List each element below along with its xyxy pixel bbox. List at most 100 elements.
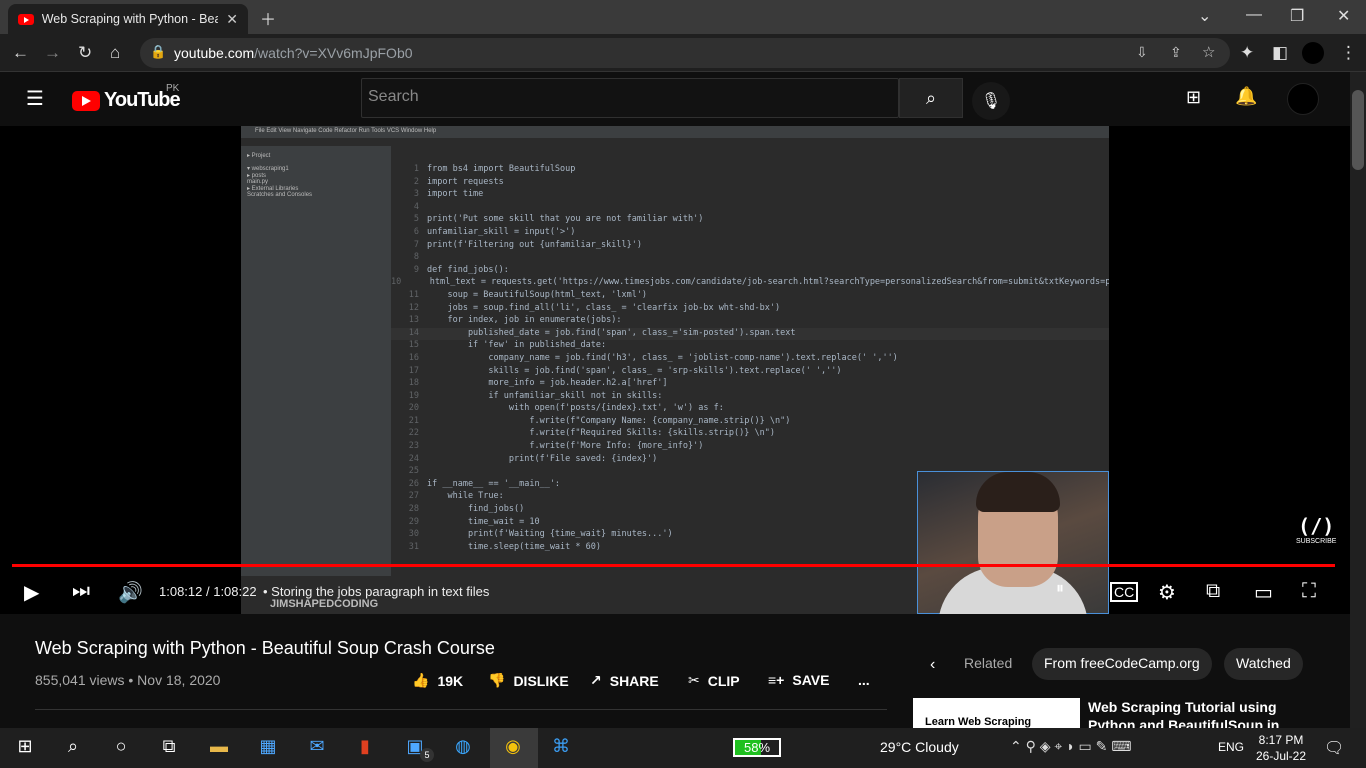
like-button[interactable]: 👍 19K (412, 672, 463, 689)
forward-icon[interactable]: → (44, 43, 61, 63)
system-tray-icons[interactable]: ⌃ ⚲ ◈ ⌖ ◗ ▭ ✎ ⌨ (1010, 738, 1131, 755)
subscribe-watermark[interactable]: (/) SUBSCRIBE (1296, 514, 1336, 545)
mail-icon[interactable]: ✉ (304, 736, 330, 760)
line-text: print(f'File saved: {index}') (427, 453, 658, 464)
dislike-button[interactable]: 👎 DISLIKE (488, 672, 569, 689)
app-badge: 5 (420, 748, 434, 762)
store-icon[interactable]: ▦ (255, 736, 281, 760)
line-number: 2 (413, 176, 419, 187)
vscode-icon[interactable]: ⌘ (548, 736, 574, 760)
clock-date: 26-Jul-22 (1256, 749, 1307, 763)
chip-related[interactable]: Related (952, 648, 1024, 680)
chrome-icon[interactable]: ◉ (500, 736, 526, 760)
volume-icon[interactable]: 🔊 (118, 580, 143, 605)
dislike-label: DISLIKE (513, 672, 569, 689)
hamburger-menu-icon[interactable]: ☰ (26, 86, 44, 111)
scrollbar-thumb[interactable] (1352, 90, 1364, 170)
language-indicator[interactable]: ENG (1218, 740, 1244, 754)
youtube-logo[interactable]: YouTube PK (72, 83, 181, 112)
menu-dots-icon[interactable]: ⋮ (1340, 43, 1357, 63)
chapter-title[interactable]: • Storing the jobs paragraph in text fil… (263, 584, 489, 599)
line-text: time_wait = 10 (427, 516, 540, 527)
code-line: 17 skills = job.find('span', class_ = 's… (391, 366, 1109, 379)
chip-watched[interactable]: Watched (1224, 648, 1303, 680)
file-explorer-icon[interactable]: ▬ (206, 736, 232, 760)
ide-project-panel: ▸ Project ▾ webscraping1 ▸ posts main.py ▸… (241, 146, 391, 576)
home-icon[interactable]: ⌂ (110, 43, 120, 63)
share-button[interactable]: ↗ SHARE (590, 672, 659, 689)
chip-from-freecodecamp[interactable]: From freeCodeCamp.org (1032, 648, 1212, 680)
minimize-icon[interactable]: — (1246, 6, 1262, 24)
browser-tab[interactable]: Web Scraping with Python - Beau ✕ (8, 4, 248, 34)
notifications-bell-icon[interactable]: 🔔 (1235, 86, 1257, 107)
office-icon[interactable]: ▮ (352, 736, 378, 760)
theater-mode-icon[interactable]: ▭ (1254, 580, 1273, 605)
fullscreen-icon[interactable]: ⛶ (1302, 580, 1316, 603)
line-number: 24 (408, 453, 419, 464)
profile-avatar[interactable] (1302, 42, 1324, 64)
edge-icon[interactable]: ◍ (450, 736, 476, 760)
line-number: 7 (413, 239, 419, 250)
account-avatar[interactable] (1287, 83, 1319, 115)
reload-icon[interactable]: ↻ (78, 43, 92, 63)
chevron-left-icon[interactable]: ‹ (930, 656, 935, 674)
line-text: print(f'Filtering out {unfamiliar_skill}… (427, 239, 642, 250)
code-line: 16 company_name = job.find('h3', class_ … (391, 353, 1109, 366)
bookmark-star-icon[interactable]: ☆ (1202, 43, 1215, 61)
extensions-icon[interactable]: ✦ (1240, 43, 1254, 63)
code-line: 23 f.write(f'More Info: {more_info}') (391, 441, 1109, 454)
cortana-icon[interactable]: ○ (108, 736, 134, 760)
line-number: 14 (408, 327, 419, 338)
youtube-play-icon (72, 90, 100, 111)
line-number: 26 (408, 478, 419, 489)
create-video-icon[interactable]: ⊞ (1186, 87, 1201, 108)
line-text: f.write(f'More Info: {more_info}') (427, 441, 704, 452)
notifications-icon[interactable]: 🗨 (1324, 738, 1344, 758)
restore-icon[interactable]: ❐ (1290, 6, 1304, 26)
subscribe-label: SUBSCRIBE (1296, 538, 1337, 545)
windows-start-icon[interactable]: ⊞ (12, 736, 38, 760)
more-actions-button[interactable]: ... (858, 672, 870, 688)
page-scrollbar[interactable] (1350, 72, 1366, 728)
code-line: 11 soup = BeautifulSoup(html_text, 'lxml… (391, 290, 1109, 303)
video-player[interactable]: File Edit View Navigate Code Refactor Ru… (0, 126, 1350, 627)
next-icon[interactable]: ⏭ (72, 580, 90, 603)
close-window-icon[interactable]: ✕ (1337, 6, 1350, 26)
search-button[interactable]: ⌕ (899, 78, 963, 118)
progress-bar[interactable] (12, 564, 1336, 567)
voice-search-button[interactable]: 🎙 (972, 82, 1010, 120)
line-text: skills = job.find('span', class_ = 'srp-… (427, 365, 842, 376)
recommended-title[interactable]: Web Scraping Tutorial using Python and B… (1088, 698, 1288, 728)
settings-gear-icon[interactable]: ⚙ (1158, 580, 1176, 605)
autoplay-toggle-icon[interactable]: ⏸ (1056, 580, 1064, 598)
recommended-thumbnail[interactable]: Learn Web Scraping (913, 698, 1080, 728)
line-text: import requests (427, 176, 504, 187)
line-number: 10 (391, 277, 402, 288)
share-page-icon[interactable]: ⇪ (1170, 44, 1182, 61)
play-icon[interactable]: ▶ (24, 580, 39, 605)
back-icon[interactable]: ← (12, 43, 29, 63)
save-button[interactable]: ≡+ SAVE (768, 672, 829, 688)
close-tab-icon[interactable]: ✕ (226, 11, 238, 28)
captions-icon[interactable]: CC (1110, 582, 1139, 602)
clip-button[interactable]: ✂ CLIP (688, 672, 740, 689)
new-tab-icon[interactable]: ＋ (260, 6, 276, 30)
search-input[interactable] (362, 79, 898, 115)
line-number: 8 (413, 252, 419, 263)
youtube-header: ☰ YouTube PK ⌕ 🎙 ⊞ 🔔 (0, 72, 1350, 126)
weather-widget[interactable]: 29°C Cloudy (880, 739, 959, 755)
like-count: 19K (437, 672, 464, 689)
miniplayer-icon[interactable]: ⧉ (1206, 580, 1220, 603)
install-icon[interactable]: ⇩ (1136, 44, 1148, 61)
side-panel-icon[interactable]: ◧ (1272, 43, 1288, 63)
search-icon[interactable]: ⌕ (60, 736, 86, 760)
clock[interactable]: 8:17 PM 26-Jul-22 (1256, 732, 1306, 764)
omnibox[interactable]: 🔒 youtube.com/watch?v=XVv6mJpFOb0 ⇩ ⇪ ☆ (140, 38, 1230, 68)
share-label: SHARE (609, 672, 659, 689)
line-text: if unfamiliar_skill not in skills: (427, 390, 663, 401)
tab-search-icon[interactable]: ⌄ (1198, 6, 1211, 26)
save-label: SAVE (792, 672, 830, 688)
code-line: 24 print(f'File saved: {index}') (391, 454, 1109, 467)
thumbnail-text: Learn Web Scraping (925, 716, 1032, 728)
task-view-icon[interactable]: ⧉ (156, 736, 182, 760)
